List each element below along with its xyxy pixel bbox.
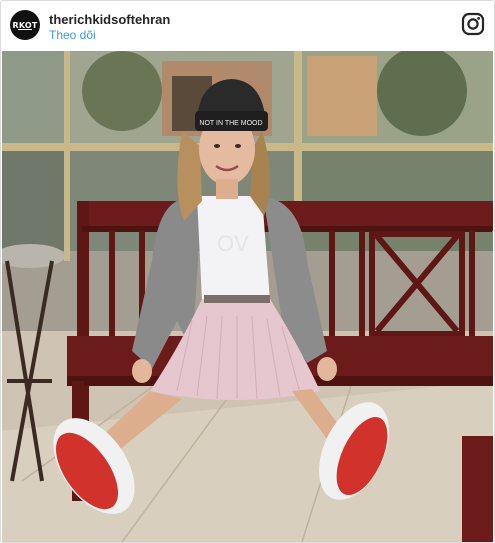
instagram-embed-card: RKOT therichkidsoftehran Theo dõi OV NOT… [0,0,495,543]
avatar[interactable]: RKOT [10,10,40,40]
follow-button[interactable]: Theo dõi [49,28,96,42]
username-link[interactable]: therichkidsoftehran [49,12,170,27]
beanie-text: NOT IN THE MOOD [199,120,262,127]
post-photo[interactable]: OV NOT IN THE MOOD [2,51,493,542]
avatar-logo-text: RKOT [12,20,38,30]
instagram-icon[interactable] [461,12,485,36]
post-photo-illustration: OV NOT IN THE MOOD [2,51,493,542]
post-header: RKOT therichkidsoftehran Theo dõi [1,1,494,51]
svg-text:OV: OV [217,231,249,256]
